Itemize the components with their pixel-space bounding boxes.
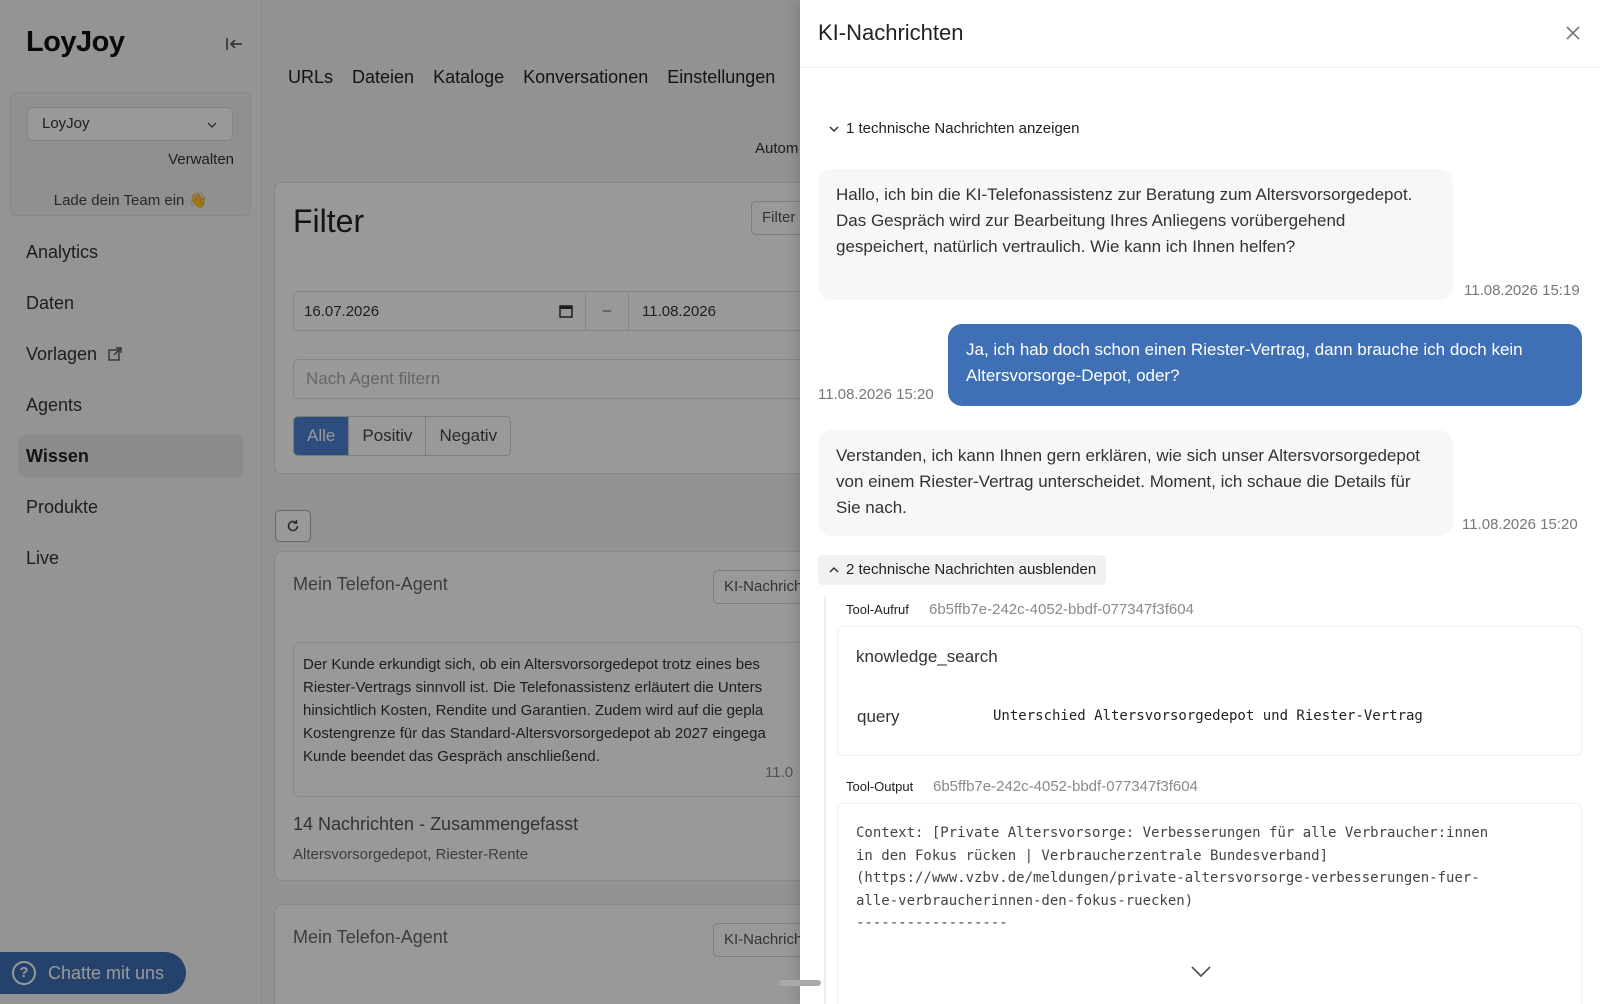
tool-call-id: 6b5ffb7e-242c-4052-bbdf-077347f3f604 (929, 601, 1194, 618)
ai-message: Hallo, ich bin die KI-Telefonassistenz z… (818, 169, 1453, 300)
show-technical-toggle[interactable]: 1 technische Nachrichten anzeigen (818, 114, 1089, 144)
user-message-text: Ja, ich hab doch schon einen Riester-Ver… (966, 340, 1523, 385)
tool-output-text: Context: [Private Altersvorsorge: Verbes… (856, 825, 1489, 931)
ai-message: Verstanden, ich kann Ihnen gern erklären… (818, 430, 1453, 536)
param-value: Unterschied Altersvorsorgedepot und Ries… (993, 708, 1423, 724)
ai-message-text: Hallo, ich bin die KI-Telefonassistenz z… (836, 185, 1413, 256)
tool-output-box: Context: [Private Altersvorsorge: Verbes… (837, 803, 1582, 1004)
drawer-header: KI-Nachrichten (800, 0, 1600, 68)
tool-call-box: knowledge_search query Unterschied Alter… (837, 626, 1582, 756)
technical-thread-line (824, 596, 826, 1004)
drawer-title: KI-Nachrichten (818, 20, 964, 45)
ai-message-text: Verstanden, ich kann Ihnen gern erklären… (836, 446, 1421, 517)
message-timestamp: 11.08.2026 15:20 (1462, 516, 1578, 533)
close-icon[interactable] (1564, 24, 1582, 42)
param-key: query (857, 707, 900, 726)
tool-output-label: Tool-Output (846, 779, 914, 794)
scroll-handle[interactable] (779, 980, 821, 986)
expand-chevron-icon[interactable] (1189, 964, 1213, 980)
chevron-up-icon (829, 566, 839, 573)
user-message: Ja, ich hab doch schon einen Riester-Ver… (948, 324, 1582, 406)
message-timestamp: 11.08.2026 15:19 (1464, 282, 1580, 299)
hide-technical-toggle[interactable]: 2 technische Nachrichten ausblenden (818, 555, 1107, 585)
chevron-down-icon (829, 126, 839, 133)
ki-messages-drawer: KI-Nachrichten 1 technische Nachrichten … (800, 0, 1600, 1004)
tool-name: knowledge_search (856, 647, 998, 666)
tool-output-id: 6b5ffb7e-242c-4052-bbdf-077347f3f604 (933, 778, 1198, 795)
tool-call-label: Tool-Aufruf (846, 602, 909, 617)
message-timestamp: 11.08.2026 15:20 (818, 386, 934, 403)
hide-technical-label: 2 technische Nachrichten ausblenden (846, 561, 1097, 578)
show-technical-label: 1 technische Nachrichten anzeigen (846, 120, 1080, 137)
